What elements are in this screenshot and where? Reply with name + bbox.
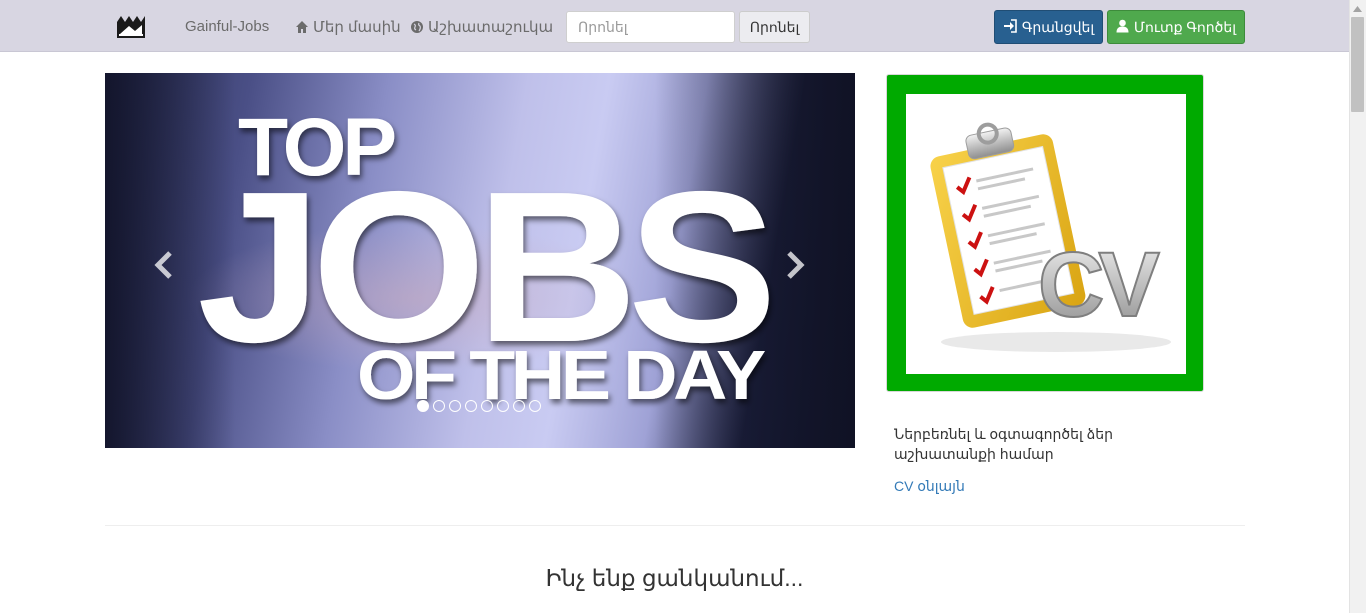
brand-link[interactable]: Gainful-Jobs (185, 18, 269, 35)
carousel-indicator-dot[interactable] (529, 400, 541, 412)
home-icon (295, 20, 309, 34)
carousel-indicator-dot[interactable] (449, 400, 461, 412)
jobs-carousel: TOP JOBS OF THE DAY (105, 73, 855, 448)
search-button[interactable]: Որոնել (739, 11, 810, 43)
login-button[interactable]: Գրանցվել (994, 10, 1103, 44)
nav-about[interactable]: Մեր մասին (295, 18, 401, 36)
user-icon (1116, 19, 1129, 36)
cv-image-text: CV (1038, 234, 1159, 336)
register-button[interactable]: Մուտք Գործել (1107, 10, 1245, 44)
chevron-left-icon[interactable] (152, 250, 176, 280)
carousel-indicator-dot[interactable] (513, 400, 525, 412)
section-title: Ինչ ենք ցանկանում... (545, 565, 804, 591)
cv-description: Ներբեռնել և օգտագործել ձեր աշխատանքի համ… (894, 426, 1113, 462)
scroll-up-arrow-icon[interactable] (1349, 0, 1366, 17)
search-input[interactable] (566, 11, 735, 43)
cv-image-frame[interactable]: CV (886, 74, 1204, 392)
section-divider (105, 525, 1245, 526)
carousel-indicator-dot[interactable] (433, 400, 445, 412)
crown-logo-icon[interactable] (113, 14, 149, 40)
scrollbar-thumb[interactable] (1351, 17, 1364, 112)
carousel-indicators (417, 400, 541, 412)
carousel-indicator-dot[interactable] (417, 400, 429, 412)
nav-employers[interactable]: Աշխատաշուկա (410, 18, 553, 36)
carousel-indicator-dot[interactable] (497, 400, 509, 412)
login-label: Գրանցվել (1021, 18, 1095, 35)
chevron-right-icon[interactable] (783, 250, 807, 280)
carousel-indicator-dot[interactable] (465, 400, 477, 412)
nav-about-label: Մեր մասին (313, 19, 401, 36)
top-navbar: Gainful-Jobs Մեր մասին Աշխատաշուկա Որոնե… (0, 0, 1349, 52)
globe-icon (410, 20, 424, 34)
cv-online-link[interactable]: CV օնլայն (894, 478, 965, 495)
slide-banner: TOP JOBS OF THE DAY (197, 102, 779, 414)
sign-in-icon (1003, 18, 1017, 36)
nav-employers-label: Աշխատաշուկա (428, 19, 554, 36)
register-label: Մուտք Գործել (1133, 18, 1237, 35)
carousel-indicator-dot[interactable] (481, 400, 493, 412)
clipboard-cv-icon: CV (906, 94, 1186, 374)
